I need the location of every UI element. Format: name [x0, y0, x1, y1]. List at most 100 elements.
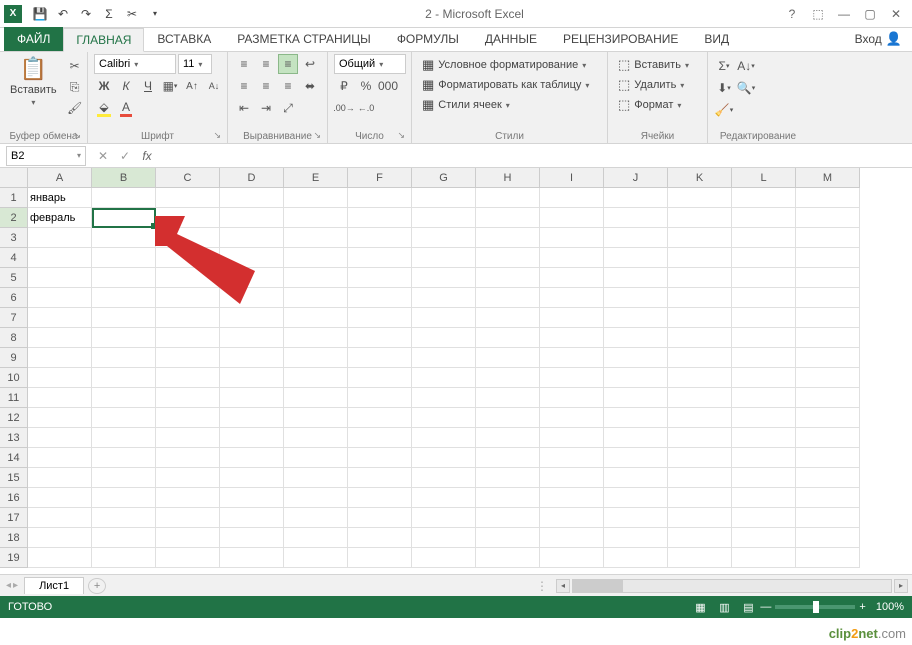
column-header[interactable]: C	[156, 168, 220, 188]
cell-G14[interactable]	[412, 448, 476, 468]
cell-M4[interactable]	[796, 248, 860, 268]
cell-D1[interactable]	[220, 188, 284, 208]
cell-H9[interactable]	[476, 348, 540, 368]
cell-K8[interactable]	[668, 328, 732, 348]
cell-F14[interactable]	[348, 448, 412, 468]
cell-E6[interactable]	[284, 288, 348, 308]
cell-K1[interactable]	[668, 188, 732, 208]
cell-A15[interactable]	[28, 468, 92, 488]
signin-button[interactable]: Вход👤	[845, 27, 912, 51]
conditional-formatting-button[interactable]: ▦Условное форматирование▾	[418, 56, 593, 74]
cell-M6[interactable]	[796, 288, 860, 308]
cell-J14[interactable]	[604, 448, 668, 468]
cell-E19[interactable]	[284, 548, 348, 568]
align-bottom-button[interactable]: ≡	[278, 54, 298, 74]
cell-A3[interactable]	[28, 228, 92, 248]
maximize-icon[interactable]: ▢	[858, 4, 882, 24]
cell-C9[interactable]	[156, 348, 220, 368]
column-header[interactable]: G	[412, 168, 476, 188]
hscroll-track[interactable]	[572, 579, 892, 593]
align-right-button[interactable]: ≡	[278, 76, 298, 96]
cell-M11[interactable]	[796, 388, 860, 408]
cell-B2[interactable]	[92, 208, 156, 228]
cell-E16[interactable]	[284, 488, 348, 508]
cell-C6[interactable]	[156, 288, 220, 308]
cell-M16[interactable]	[796, 488, 860, 508]
cell-H12[interactable]	[476, 408, 540, 428]
cell-J9[interactable]	[604, 348, 668, 368]
cell-B13[interactable]	[92, 428, 156, 448]
cell-E18[interactable]	[284, 528, 348, 548]
cell-M17[interactable]	[796, 508, 860, 528]
cell-K10[interactable]	[668, 368, 732, 388]
select-all-corner[interactable]	[0, 168, 28, 188]
autosum-button[interactable]: Σ▾	[714, 56, 734, 76]
tab-view[interactable]: ВИД	[691, 27, 742, 51]
sheet-nav-last-icon[interactable]: ▸	[13, 580, 18, 591]
cell-A5[interactable]	[28, 268, 92, 288]
cell-E11[interactable]	[284, 388, 348, 408]
column-header[interactable]: I	[540, 168, 604, 188]
cell-G15[interactable]	[412, 468, 476, 488]
cell-M9[interactable]	[796, 348, 860, 368]
row-header[interactable]: 11	[0, 388, 28, 408]
tab-file[interactable]: ФАЙЛ	[4, 27, 63, 51]
cell-G18[interactable]	[412, 528, 476, 548]
cell-G1[interactable]	[412, 188, 476, 208]
cell-styles-button[interactable]: ▦Стили ячеек▾	[418, 96, 593, 114]
cell-F7[interactable]	[348, 308, 412, 328]
cell-J13[interactable]	[604, 428, 668, 448]
cell-E2[interactable]	[284, 208, 348, 228]
cell-L16[interactable]	[732, 488, 796, 508]
cell-C14[interactable]	[156, 448, 220, 468]
cell-K5[interactable]	[668, 268, 732, 288]
cell-D15[interactable]	[220, 468, 284, 488]
cell-J19[interactable]	[604, 548, 668, 568]
cell-I7[interactable]	[540, 308, 604, 328]
cell-I8[interactable]	[540, 328, 604, 348]
cell-A2[interactable]: февраль	[28, 208, 92, 228]
cell-E17[interactable]	[284, 508, 348, 528]
column-header[interactable]: D	[220, 168, 284, 188]
row-header[interactable]: 1	[0, 188, 28, 208]
row-header[interactable]: 10	[0, 368, 28, 388]
cell-B17[interactable]	[92, 508, 156, 528]
cell-F4[interactable]	[348, 248, 412, 268]
cell-B14[interactable]	[92, 448, 156, 468]
cell-M5[interactable]	[796, 268, 860, 288]
cell-D9[interactable]	[220, 348, 284, 368]
cell-B10[interactable]	[92, 368, 156, 388]
cell-H16[interactable]	[476, 488, 540, 508]
fx-icon[interactable]: fx	[136, 149, 158, 163]
cell-E10[interactable]	[284, 368, 348, 388]
cell-E9[interactable]	[284, 348, 348, 368]
cell-B16[interactable]	[92, 488, 156, 508]
cell-C7[interactable]	[156, 308, 220, 328]
row-header[interactable]: 17	[0, 508, 28, 528]
cell-A10[interactable]	[28, 368, 92, 388]
cell-K3[interactable]	[668, 228, 732, 248]
cell-H13[interactable]	[476, 428, 540, 448]
column-header[interactable]: B	[92, 168, 156, 188]
cell-D4[interactable]	[220, 248, 284, 268]
cell-C15[interactable]	[156, 468, 220, 488]
cell-H18[interactable]	[476, 528, 540, 548]
cell-A16[interactable]	[28, 488, 92, 508]
cell-G9[interactable]	[412, 348, 476, 368]
cell-L1[interactable]	[732, 188, 796, 208]
cell-L18[interactable]	[732, 528, 796, 548]
cut-button[interactable]: ✂	[65, 56, 85, 76]
cell-H11[interactable]	[476, 388, 540, 408]
cell-L17[interactable]	[732, 508, 796, 528]
align-center-button[interactable]: ≡	[256, 76, 276, 96]
cell-G6[interactable]	[412, 288, 476, 308]
sheet-nav-first-icon[interactable]: ◂	[6, 580, 11, 591]
align-middle-button[interactable]: ≡	[256, 54, 276, 74]
format-cells-button[interactable]: ⬚Формат▾	[614, 96, 693, 114]
cell-I19[interactable]	[540, 548, 604, 568]
cell-F17[interactable]	[348, 508, 412, 528]
column-header[interactable]: K	[668, 168, 732, 188]
cell-F8[interactable]	[348, 328, 412, 348]
name-box[interactable]: B2▾	[6, 146, 86, 166]
cell-A4[interactable]	[28, 248, 92, 268]
